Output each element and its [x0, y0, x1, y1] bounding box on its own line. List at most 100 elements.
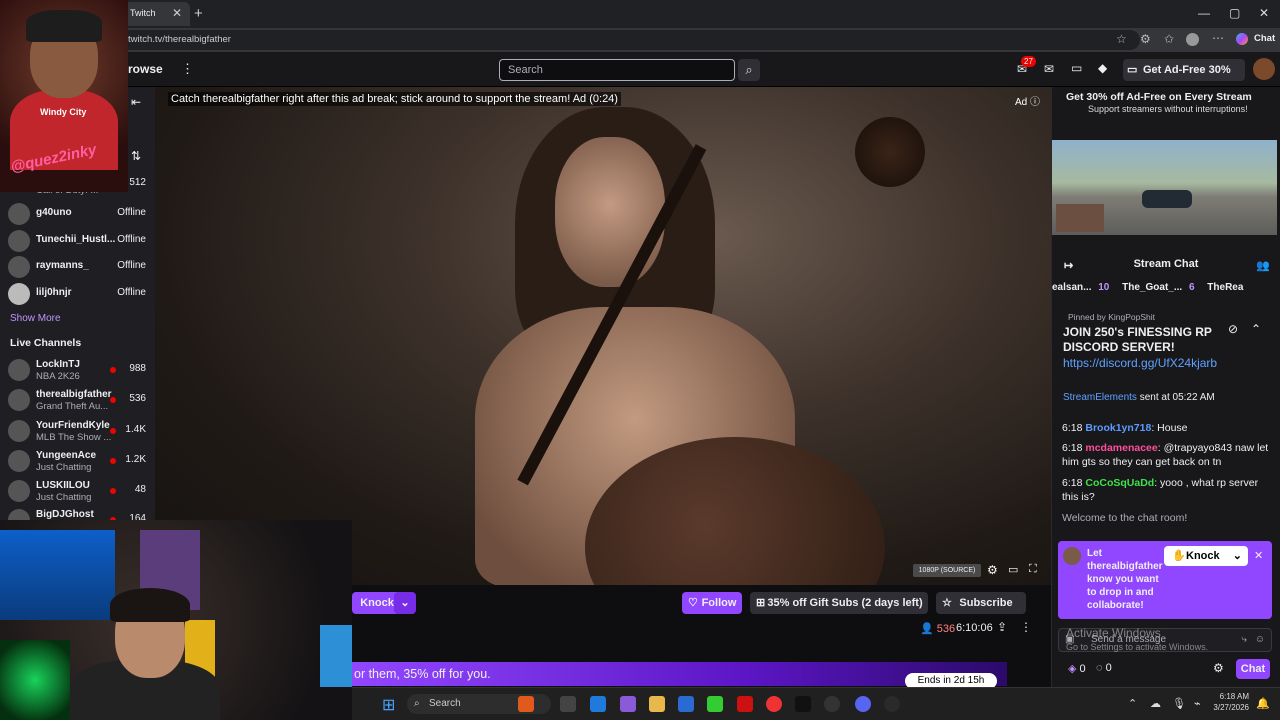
obs-icon[interactable]: [824, 696, 840, 712]
url-field[interactable]: twitch.tv/therealbigfather: [120, 30, 1140, 50]
bits-counter[interactable]: ◈ 0: [1068, 662, 1086, 675]
get-ad-free-button[interactable]: ▭ Get Ad-Free 30% Off: [1123, 59, 1245, 98]
video-player[interactable]: [155, 87, 1051, 585]
taskbar-time[interactable]: 6:18 AM: [1211, 692, 1249, 701]
game-app-icon[interactable]: [518, 696, 534, 712]
mic-icon[interactable]: 🎙: [1172, 697, 1186, 710]
chrome-icon[interactable]: [766, 696, 782, 712]
mini-player[interactable]: [1052, 140, 1277, 235]
sort-icon[interactable]: ⇅: [131, 149, 141, 163]
sidebar-item-live[interactable]: YungeenAce Just Chatting 1.2K: [8, 448, 148, 474]
reply-icon[interactable]: ⤷: [1241, 629, 1247, 651]
copilot-icon[interactable]: [1236, 33, 1248, 45]
message-user[interactable]: CoCoSqUaDd: [1085, 477, 1154, 489]
ad-free-icon: ▭: [1127, 64, 1138, 76]
sidebar-item-live[interactable]: YourFriendKyle MLB The Show ... 1.4K: [8, 418, 148, 444]
close-window-icon[interactable]: ✕: [1259, 6, 1269, 20]
sidebar-item-live[interactable]: LockInTJ NBA 2K26 988: [8, 357, 148, 383]
chat-send-button[interactable]: Chat: [1236, 659, 1270, 679]
more-menu-icon[interactable]: ⋯: [1212, 31, 1224, 45]
sidebar-item-followed[interactable]: Tunechii_Hustl... Offline: [8, 228, 148, 254]
viewer-count: 1.4K: [125, 424, 146, 435]
ad-free-promo[interactable]: Get 30% off Ad-Free on Every Stream Supp…: [1058, 89, 1272, 119]
task-view-icon[interactable]: [560, 696, 576, 712]
browser-tab[interactable]: Twitch ✕: [120, 2, 190, 26]
new-tab-icon[interactable]: +: [194, 5, 203, 22]
chat-header: ↦ Stream Chat 👥: [1052, 253, 1280, 277]
follow-button[interactable]: ♡ Follow: [682, 592, 742, 614]
fullscreen-icon[interactable]: ⛶: [1029, 563, 1037, 576]
browse-link[interactable]: rowse: [128, 62, 163, 76]
hide-pin-icon[interactable]: ⊘: [1228, 322, 1238, 336]
browser-tab-bar: Twitch ✕ + — ▢ ✕: [0, 0, 1280, 28]
avatar: [8, 389, 30, 411]
pinned-sender-line: StreamElements sent at 05:22 AM: [1063, 392, 1215, 403]
extensions-icon[interactable]: ⚙: [1140, 32, 1151, 46]
favorites-icon[interactable]: ✩: [1164, 32, 1174, 46]
taskbar-date[interactable]: 3/27/2026: [1205, 703, 1249, 712]
message-user[interactable]: Brook1yn718: [1085, 422, 1151, 434]
pinned-text: JOIN 250's FINESSING RP DISCORD SERVER!: [1063, 325, 1212, 354]
network-icon[interactable]: ⌁: [1194, 697, 1201, 710]
sidebar-item-live[interactable]: therealbigfather Grand Theft Au... 536: [8, 387, 148, 413]
collapse-chat-icon[interactable]: ↦: [1064, 255, 1073, 277]
theatre-mode-icon[interactable]: ▭: [1008, 563, 1018, 576]
xbox-icon[interactable]: [707, 696, 723, 712]
pinned-link[interactable]: https://discord.gg/UfX24kjarb: [1063, 356, 1223, 371]
favorite-star-icon[interactable]: ☆: [1116, 32, 1127, 46]
avatar: [8, 480, 30, 502]
notifications-bell-icon[interactable]: 🔔: [1256, 697, 1270, 710]
sidebar-item-followed[interactable]: raymanns_ Offline: [8, 254, 148, 280]
edge-icon[interactable]: [590, 696, 606, 712]
profile-avatar[interactable]: [1186, 33, 1199, 46]
sidebar-item-live[interactable]: LUSKIILOU Just Chatting 48: [8, 478, 148, 504]
copilot-app-icon[interactable]: [620, 696, 636, 712]
more-options-icon[interactable]: ⋮: [1020, 620, 1032, 634]
sidebar-item-followed[interactable]: lilj0hnjr Offline: [8, 281, 148, 307]
windows-start-icon[interactable]: ⊞: [382, 695, 395, 715]
discord-icon[interactable]: [855, 696, 871, 712]
mini-player-webcam: [1056, 204, 1104, 232]
tray-app-icon[interactable]: ☁: [1150, 697, 1161, 710]
whispers-icon[interactable]: ▭: [1071, 61, 1082, 75]
webcam-overlay: [0, 520, 352, 720]
search-input[interactable]: Search: [499, 59, 735, 81]
pdf-app-icon[interactable]: [737, 696, 753, 712]
gift-subs-button[interactable]: ⊞ 35% off Gift Subs (2 days left): [750, 592, 928, 614]
message-user[interactable]: mcdamenacee: [1085, 442, 1157, 454]
user-avatar[interactable]: [1253, 58, 1275, 80]
points-counter[interactable]: ◌ 0: [1096, 662, 1112, 674]
chevron-up-icon[interactable]: ⌃: [1251, 322, 1261, 336]
chevron-up-icon[interactable]: ⌃: [1128, 697, 1137, 710]
prime-crown-icon[interactable]: ◆: [1098, 61, 1107, 75]
more-icon[interactable]: ⋮: [181, 61, 194, 77]
emoji-icon[interactable]: ☺: [1255, 629, 1265, 651]
tab-title: Twitch: [130, 8, 156, 18]
collapse-sidebar-icon[interactable]: ⇤: [131, 95, 141, 109]
close-icon[interactable]: ✕: [1254, 549, 1263, 562]
settings-gear-icon[interactable]: ⚙: [987, 563, 998, 577]
sidebar-item-followed[interactable]: g40uno Offline: [8, 201, 148, 227]
audio-app-icon[interactable]: [795, 696, 811, 712]
show-more-link[interactable]: Show More: [10, 313, 61, 324]
maximize-icon[interactable]: ▢: [1229, 6, 1240, 20]
search-button[interactable]: ⌕: [738, 59, 760, 81]
store-icon[interactable]: [678, 696, 694, 712]
steam-icon[interactable]: [884, 696, 900, 712]
share-icon[interactable]: ⇪: [997, 620, 1007, 634]
file-explorer-icon[interactable]: [649, 696, 665, 712]
chat-settings-icon[interactable]: ⚙: [1213, 661, 1224, 675]
copilot-chat-label[interactable]: Chat: [1254, 33, 1275, 44]
leaderboard-name: ealsan...: [1052, 282, 1092, 293]
avatar: [8, 450, 30, 472]
ad-badge[interactable]: Ad ⓘ: [1015, 93, 1040, 108]
close-tab-icon[interactable]: ✕: [172, 6, 182, 20]
knock-card-button[interactable]: ✋ Knock ⌄: [1164, 546, 1248, 566]
mail-icon[interactable]: ✉: [1044, 62, 1054, 76]
knock-dropdown[interactable]: ⌄: [394, 592, 416, 614]
minimize-icon[interactable]: —: [1198, 6, 1210, 20]
subscribe-button[interactable]: ☆ Subscribe: [936, 592, 1026, 614]
viewer-count: 1.2K: [125, 454, 146, 465]
viewer-count: 48: [134, 484, 146, 495]
community-icon[interactable]: 👥: [1256, 255, 1270, 277]
